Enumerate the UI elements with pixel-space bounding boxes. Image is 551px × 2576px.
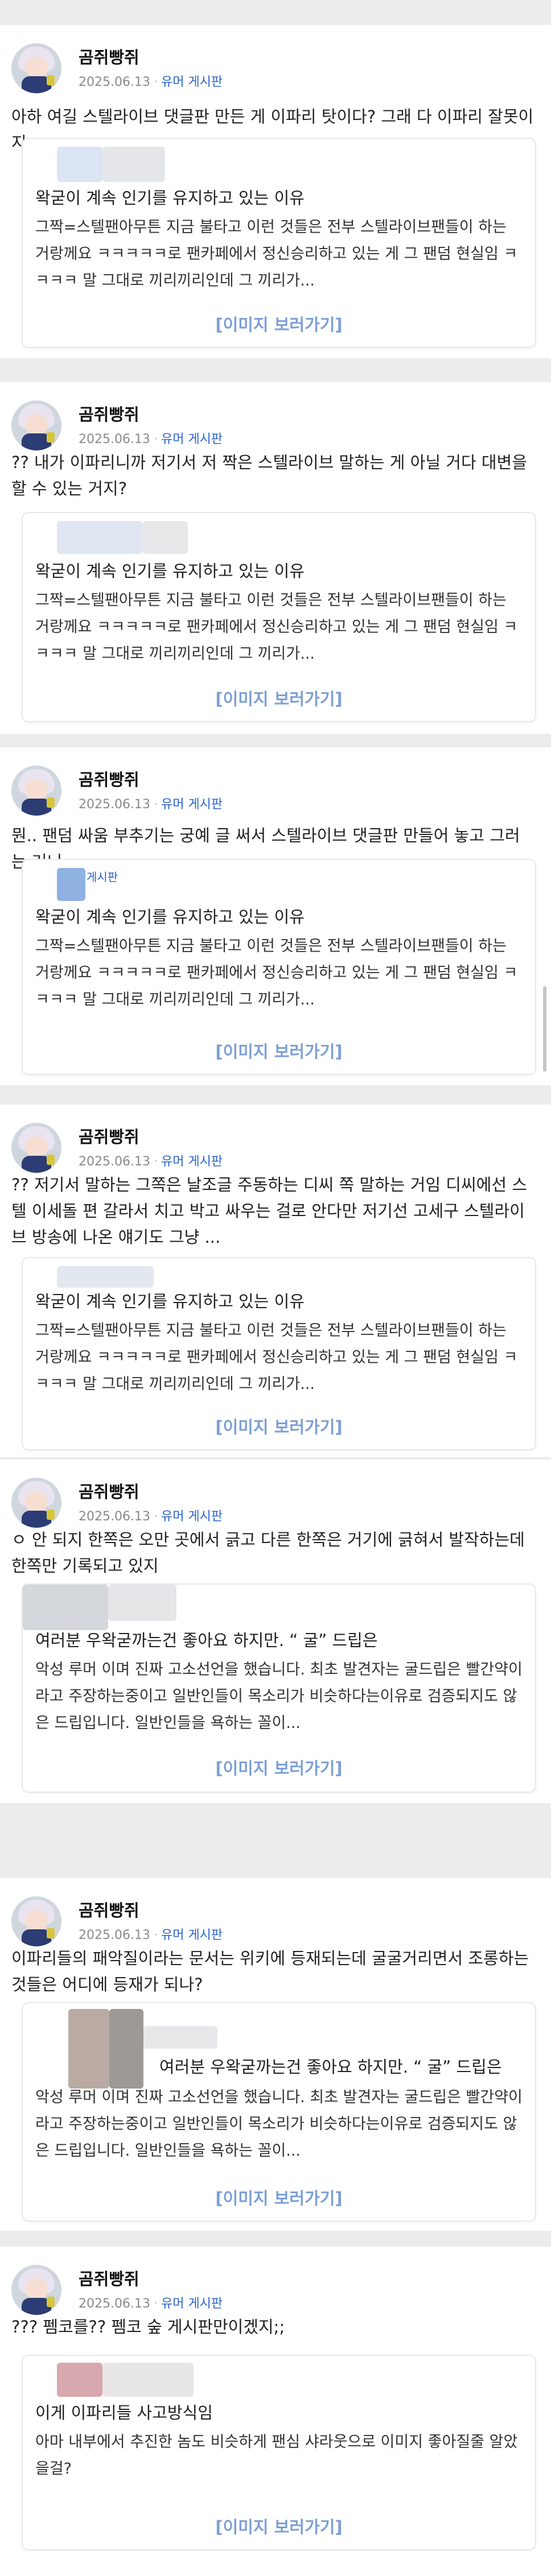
- view-image-link[interactable]: [이미지 보러가기]: [23, 1039, 535, 1062]
- view-image-link[interactable]: [이미지 보러가기]: [23, 2185, 535, 2209]
- board-link[interactable]: 유머 게시판: [161, 432, 223, 446]
- preview-body: 그짝=스텔팬아무튼 지금 불타고 이런 것들은 전부 스텔라이브팬들이 하는 거…: [35, 592, 518, 663]
- view-image-link[interactable]: [이미지 보러가기]: [23, 1755, 535, 1779]
- comment-item: 곰쥐빵쥐 2025.06.13 · 유머 게시판 이파리들의 패악질이라는 문서는 …: [0, 1878, 551, 2231]
- preview-board-label: 게시판: [87, 870, 118, 884]
- comment-text: ??? 펨코를?? 펨코 숲 게시판만이겠지;;: [11, 2317, 285, 2337]
- view-image-link[interactable]: [이미지 보러가기]: [23, 1414, 535, 1438]
- author-name[interactable]: 곰쥐빵쥐: [79, 1479, 139, 1503]
- avatar[interactable]: [11, 2265, 61, 2315]
- comment-meta: 2025.06.13 · 유머 게시판: [79, 1510, 223, 1524]
- comment-item: 곰쥐빵쥐 2025.06.13 · 유머 게시판 아하 여길 스텔라이브 댓글판 만…: [0, 25, 551, 358]
- author-name[interactable]: 곰쥐빵쥐: [79, 402, 139, 425]
- author-name[interactable]: 곰쥐빵쥐: [79, 1124, 139, 1148]
- board-link[interactable]: 유머 게시판: [161, 75, 223, 89]
- avatar[interactable]: [11, 400, 61, 450]
- post-date: 2025.06.13: [79, 75, 150, 89]
- comment-meta: 2025.06.13 · 유머 게시판: [79, 797, 223, 812]
- comment-meta: 2025.06.13 · 유머 게시판: [79, 75, 223, 89]
- avatar[interactable]: [11, 43, 61, 93]
- comment-item: 곰쥐빵쥐 2025.06.13 · 유머 게시판 ?? 저기서 말하는 그쪽은 날조…: [0, 1105, 551, 1457]
- post-date: 2025.06.13: [79, 2297, 150, 2311]
- link-preview-card[interactable]: 이게 이파리들 사고방식임 아마 내부에서 추진한 놈도 비슷하게 팬심 샤라웃…: [22, 2355, 536, 2550]
- avatar[interactable]: [11, 1896, 61, 1946]
- board-link[interactable]: 유머 게시판: [161, 1510, 223, 1524]
- preview-title: 왁굳이 계속 인기를 유지하고 있는 이유: [35, 1292, 305, 1311]
- preview-title: 여러분 우왁굳까는건 좋아요 하지만. “ 굴” 드립은: [35, 1631, 378, 1650]
- link-preview-card[interactable]: 여러분 우왁굳까는건 좋아요 하지만. “ 굴” 드립은 악성 루머 이며 진짜…: [22, 2002, 536, 2222]
- author-name[interactable]: 곰쥐빵쥐: [79, 1897, 139, 1921]
- comment-item: 곰쥐빵쥐 2025.06.13 · 유머 게시판 ?? 내가 이파리니까 저기서 저…: [0, 382, 551, 734]
- preview-body: 악성 루머 이며 진짜 고소선언을 했습니다. 최초 발견자는 굴드립은 빨간약…: [35, 2089, 523, 2160]
- preview-body: 악성 루머 이며 진짜 고소선언을 했습니다. 최초 발견자는 굴드립은 빨간약…: [35, 1661, 523, 1732]
- comment-meta: 2025.06.13 · 유머 게시판: [79, 1155, 223, 1169]
- preview-body: 그짝=스텔팬아무튼 지금 불타고 이런 것들은 전부 스텔라이브팬들이 하는 거…: [35, 1322, 518, 1393]
- author-name[interactable]: 곰쥐빵쥐: [79, 767, 139, 791]
- link-preview-card[interactable]: 왁굳이 계속 인기를 유지하고 있는 이유 그짝=스텔팬아무튼 지금 불타고 이…: [22, 512, 536, 722]
- avatar[interactable]: [11, 1478, 61, 1528]
- post-date: 2025.06.13: [79, 432, 150, 446]
- comment-text: ㅇ 안 되지 한쪽은 오만 곳에서 긁고 다른 한쪽은 거기에 긁혀서 발작하는…: [11, 1530, 525, 1576]
- avatar[interactable]: [11, 1123, 61, 1173]
- view-image-link[interactable]: [이미지 보러가기]: [23, 312, 535, 336]
- comment-meta: 2025.06.13 · 유머 게시판: [79, 2297, 223, 2311]
- post-date: 2025.06.13: [79, 797, 150, 812]
- link-preview-card[interactable]: 여러분 우왁굳까는건 좋아요 하지만. “ 굴” 드립은 악성 루머 이며 진짜…: [22, 1583, 536, 1793]
- board-link[interactable]: 유머 게시판: [161, 1155, 223, 1169]
- comment-item: 곰쥐빵쥐 2025.06.13 · 유머 게시판 ??? 펨코를?? 펨코 숲 게시…: [0, 2247, 551, 2576]
- post-date: 2025.06.13: [79, 1510, 150, 1524]
- link-preview-card[interactable]: 게시판 왁굳이 계속 인기를 유지하고 있는 이유 그짝=스텔팬아무튼 지금 불…: [22, 859, 536, 1075]
- comment-text: 이파리들의 패악질이라는 문서는 위키에 등재되는데 굴굴거리면서 조롱하는 것…: [11, 1949, 529, 1994]
- link-preview-card[interactable]: 왁굳이 계속 인기를 유지하고 있는 이유 그짝=스텔팬아무튼 지금 불타고 이…: [22, 1257, 536, 1450]
- preview-title: 왁굳이 계속 인기를 유지하고 있는 이유: [35, 561, 305, 581]
- preview-title: 여러분 우왁굳까는건 좋아요 하지만. “ 굴” 드립은: [159, 2057, 502, 2077]
- comment-item: 곰쥐빵쥐 2025.06.13 · 유머 게시판 ㅇ 안 되지 한쪽은 오만 곳에서…: [0, 1459, 551, 1803]
- post-date: 2025.06.13: [79, 1928, 150, 1942]
- author-name[interactable]: 곰쥐빵쥐: [79, 2266, 139, 2290]
- board-link[interactable]: 유머 게시판: [161, 2297, 223, 2311]
- preview-body: 그짝=스텔팬아무튼 지금 불타고 이런 것들은 전부 스텔라이브팬들이 하는 거…: [35, 937, 518, 1008]
- view-image-link[interactable]: [이미지 보러가기]: [23, 686, 535, 710]
- comment-meta: 2025.06.13 · 유머 게시판: [79, 1928, 223, 1942]
- preview-body: 그짝=스텔팬아무튼 지금 불타고 이런 것들은 전부 스텔라이브팬들이 하는 거…: [35, 218, 518, 290]
- preview-title: 왁굳이 계속 인기를 유지하고 있는 이유: [35, 907, 305, 927]
- link-preview-card[interactable]: 왁굳이 계속 인기를 유지하고 있는 이유 그짝=스텔팬아무튼 지금 불타고 이…: [22, 138, 536, 348]
- avatar[interactable]: [11, 766, 61, 816]
- preview-title: 왁굳이 계속 인기를 유지하고 있는 이유: [35, 188, 305, 208]
- preview-body: 아마 내부에서 추진한 놈도 비슷하게 팬심 샤라웃으로 이미지 좋아질줄 알았…: [35, 2433, 518, 2478]
- scrollbar[interactable]: [543, 986, 546, 1072]
- post-date: 2025.06.13: [79, 1155, 150, 1169]
- author-name[interactable]: 곰쥐빵쥐: [79, 44, 139, 68]
- comment-text: ?? 저기서 말하는 그쪽은 날조글 주동하는 디씨 쪽 말하는 거임 디씨에선…: [11, 1175, 527, 1247]
- board-link[interactable]: 유머 게시판: [161, 1928, 223, 1942]
- board-link[interactable]: 유머 게시판: [161, 797, 223, 812]
- preview-title: 이게 이파리들 사고방식임: [35, 2403, 213, 2422]
- comment-item: 곰쥐빵쥐 2025.06.13 · 유머 게시판 뭔.. 팬덤 싸움 부추기는 궁예…: [0, 747, 551, 1085]
- comment-text: ?? 내가 이파리니까 저기서 저 짝은 스텔라이브 말하는 게 아닐 거다 대…: [11, 453, 527, 498]
- comment-meta: 2025.06.13 · 유머 게시판: [79, 432, 223, 446]
- view-image-link[interactable]: [이미지 보러가기]: [23, 2514, 535, 2538]
